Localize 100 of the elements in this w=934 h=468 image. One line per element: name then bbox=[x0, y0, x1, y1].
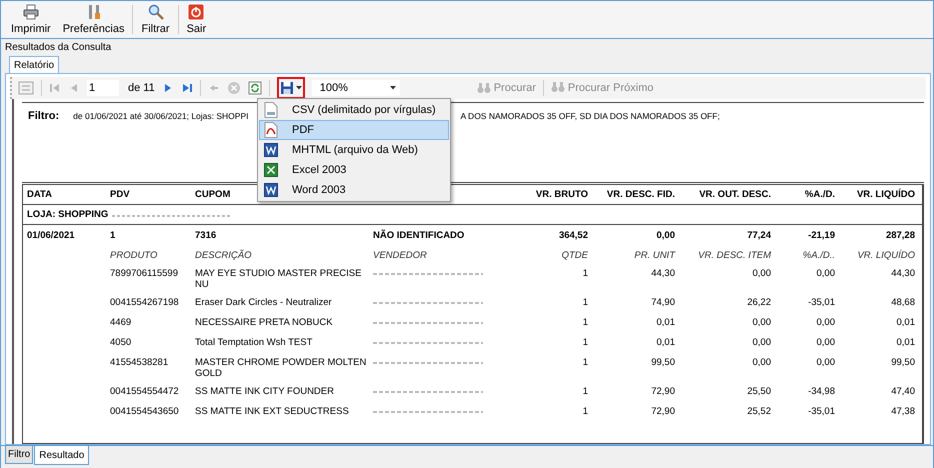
column-header: %A./D.. bbox=[802, 250, 835, 260]
toolbar-button[interactable]: Sair bbox=[180, 1, 212, 38]
table-cell: 0,00 bbox=[816, 357, 835, 368]
table-cell: 0,01 bbox=[896, 317, 915, 328]
stop-icon[interactable] bbox=[226, 81, 241, 95]
refresh-icon[interactable] bbox=[248, 81, 262, 95]
store-label: LOJA: SHOPPING bbox=[27, 209, 108, 220]
menu-item[interactable]: Word 2003 bbox=[259, 180, 449, 200]
table-cell: 0,01 bbox=[656, 337, 675, 348]
document-icon bbox=[264, 102, 278, 118]
page-field[interactable]: 1 bbox=[87, 80, 119, 96]
table-cell: 0041554267198 bbox=[110, 297, 179, 308]
back-icon[interactable] bbox=[208, 82, 220, 94]
table-cell: -35,01 bbox=[808, 406, 835, 417]
column-header: DESCRIÇÃO bbox=[195, 250, 252, 260]
power-icon bbox=[188, 4, 204, 20]
table-cell: 1 bbox=[582, 268, 588, 279]
table-cell: 26,22 bbox=[747, 297, 771, 308]
column-header: VR. DESC. FID. bbox=[606, 189, 675, 200]
table-cell: 01/06/2021 bbox=[27, 230, 75, 240]
table-cell: 1 bbox=[582, 297, 588, 308]
table-cell: SS MATTE INK CITY FOUNDER bbox=[195, 386, 334, 397]
menu-item[interactable]: CSV (delimitado por vírgulas) bbox=[259, 100, 449, 120]
spreadsheet-icon bbox=[264, 163, 278, 177]
table-cell: 1 bbox=[582, 406, 588, 417]
column-header: VR. LIQUÍDO bbox=[856, 189, 915, 200]
table-cell: 44,30 bbox=[651, 268, 675, 279]
table-cell: 1 bbox=[582, 386, 588, 397]
section-title: Resultados da Consulta bbox=[5, 42, 112, 53]
bottom-tab[interactable]: Filtro bbox=[5, 446, 34, 464]
table-cell: -35,01 bbox=[808, 297, 835, 308]
table-cell: 1 bbox=[582, 337, 588, 348]
toolbar-button[interactable]: Preferências bbox=[56, 1, 130, 38]
menu-item[interactable]: Excel 2003 bbox=[259, 160, 449, 180]
table-cell: 4469 bbox=[110, 317, 132, 328]
table-cell: SS MATTE INK EXT SEDUCTRESS bbox=[195, 406, 349, 417]
table-cell: 0041554543650 bbox=[110, 406, 179, 417]
filter-label: Filtro: bbox=[28, 110, 60, 122]
table-cell: -34,98 bbox=[808, 386, 835, 397]
table-cell: NÃO IDENTIFICADO bbox=[373, 230, 464, 240]
table-cell: 0,01 bbox=[656, 317, 675, 328]
first-page-icon[interactable] bbox=[49, 82, 61, 94]
table-cell: 47,40 bbox=[891, 386, 915, 397]
column-header: PRODUTO bbox=[110, 250, 158, 260]
column-header: %A./D. bbox=[804, 189, 835, 200]
table-cell: Total Temptation Wsh TEST bbox=[195, 337, 312, 348]
table-cell-text: MASTER CHROME POWDER MOLTEN GOLD bbox=[195, 357, 368, 379]
table-cell: 48,68 bbox=[891, 297, 915, 308]
table-cell: 47,38 bbox=[891, 406, 915, 417]
column-header: PDV bbox=[110, 189, 130, 200]
table-cell: 74,90 bbox=[651, 297, 675, 308]
table-cell: 99,50 bbox=[891, 357, 915, 368]
table-cell: 25,50 bbox=[747, 386, 771, 397]
list-icon[interactable] bbox=[18, 80, 34, 96]
table-cell: 99,50 bbox=[651, 357, 675, 368]
table-cell-text: MAY EYE STUDIO MASTER PRECISE NU bbox=[195, 268, 362, 290]
table-cell: 0,00 bbox=[752, 337, 771, 348]
table-cell: 77,24 bbox=[747, 230, 771, 240]
column-header: VR. BRUTO bbox=[536, 189, 588, 200]
zoom-dropdown[interactable]: 100% bbox=[312, 80, 400, 96]
table-cell: 7899706115599 bbox=[110, 268, 178, 279]
table-cell: -21,19 bbox=[808, 230, 835, 240]
table-cell: 364,52 bbox=[558, 230, 588, 240]
column-header: PR. UNIT bbox=[634, 250, 675, 260]
table-cell: 4050 bbox=[110, 337, 132, 348]
table-cell: 44,30 bbox=[891, 268, 915, 279]
table-cell: 1 bbox=[110, 230, 116, 240]
filter-text: de 01/06/2021 até 30/06/2021; Lojas: SHOPPI bbox=[73, 111, 248, 121]
column-header: VR. OUT. DESC. bbox=[699, 189, 771, 200]
column-header: QTDE bbox=[562, 250, 588, 260]
column-header: VENDEDOR bbox=[373, 250, 427, 260]
table-cell: 72,90 bbox=[651, 386, 675, 397]
table-cell: 0,00 bbox=[752, 268, 771, 279]
table-cell: NECESSAIRE PRETA NOBUCK bbox=[195, 317, 333, 328]
column-header: CUPOM bbox=[195, 189, 230, 200]
table-cell: 0,00 bbox=[752, 317, 771, 328]
binoculars-icon bbox=[476, 82, 491, 94]
table-cell: 1 bbox=[582, 317, 588, 328]
report-tab[interactable]: Relatório bbox=[9, 56, 60, 73]
bottom-tab[interactable]: Resultado bbox=[34, 446, 90, 465]
table-cell: 0,00 bbox=[752, 357, 771, 368]
caret-icon bbox=[390, 86, 396, 90]
menu-item[interactable]: MHTML (arquivo da Web) bbox=[259, 140, 449, 160]
filter-text: A DOS NAMORADOS 35 OFF, SD DIA DOS NAMORADOS 35 OFF; bbox=[460, 111, 720, 121]
table-cell: 25,52 bbox=[747, 406, 771, 417]
search-icon bbox=[148, 4, 164, 20]
toolbar-button[interactable]: Imprimir bbox=[5, 1, 57, 38]
last-page-icon[interactable] bbox=[180, 82, 193, 94]
word-icon bbox=[264, 183, 278, 197]
table-cell: 1 bbox=[582, 357, 588, 368]
pdf-icon bbox=[264, 122, 278, 138]
table-cell: 0,01 bbox=[896, 337, 915, 348]
menu-item[interactable]: PDF bbox=[259, 120, 449, 140]
table-cell: 41554538281 bbox=[110, 357, 168, 368]
toolbar-button[interactable]: Filtrar bbox=[135, 1, 176, 38]
binoculars-icon bbox=[550, 82, 565, 94]
table-cell: 7316 bbox=[195, 230, 216, 240]
column-header: VR. LIQUÍDO bbox=[857, 250, 915, 260]
printer-icon bbox=[22, 4, 39, 20]
table-cell: 0,00 bbox=[816, 268, 835, 279]
